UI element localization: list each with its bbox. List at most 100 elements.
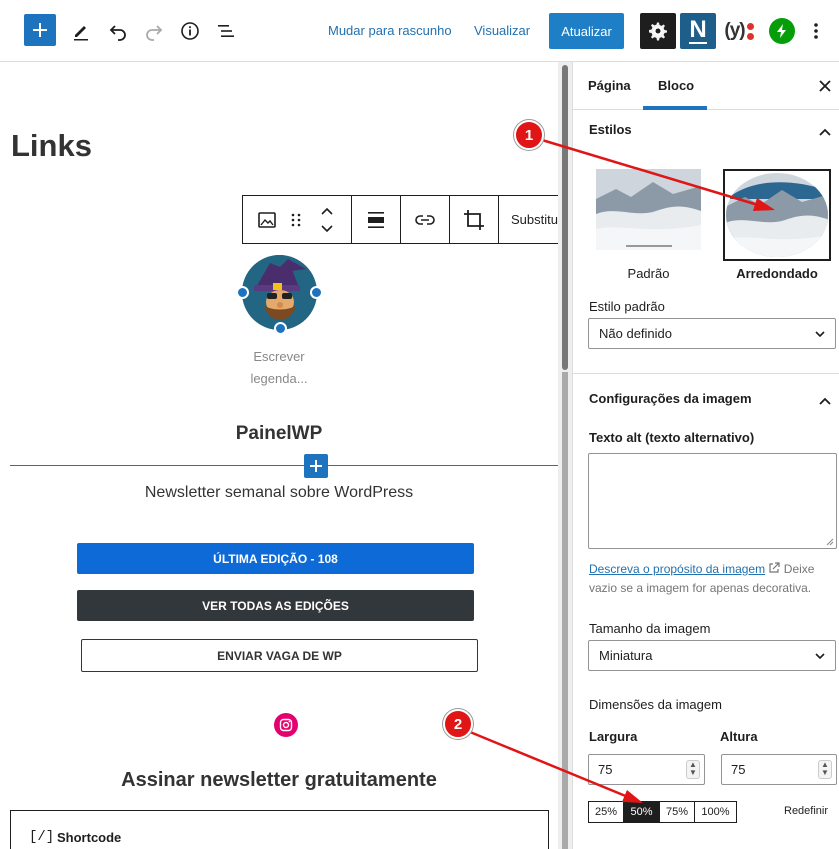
add-block-button[interactable] bbox=[24, 14, 56, 46]
chevron-up-icon bbox=[819, 128, 831, 136]
chevron-up-down-icon bbox=[321, 207, 333, 233]
redo-button[interactable] bbox=[142, 20, 166, 42]
image-block-button[interactable] bbox=[257, 210, 277, 235]
size-25-button[interactable]: 25% bbox=[588, 801, 624, 823]
page-title[interactable]: Links bbox=[11, 128, 92, 164]
reset-dimensions-button[interactable]: Redefinir bbox=[784, 805, 828, 817]
image-size-value: Miniatura bbox=[599, 648, 653, 663]
annotation-marker-1: 1 bbox=[514, 120, 544, 150]
height-input[interactable]: 75 ▲ ▼ bbox=[721, 754, 837, 785]
width-input[interactable]: 75 ▲ ▼ bbox=[588, 754, 705, 785]
newspack-plugin-button[interactable]: N bbox=[680, 13, 716, 49]
width-label: Largura bbox=[589, 729, 638, 744]
canvas-scrollbar[interactable] bbox=[558, 62, 572, 849]
tab-block[interactable]: Bloco bbox=[658, 78, 694, 93]
image-settings-title[interactable]: Configurações da imagem bbox=[589, 391, 752, 406]
alt-text-help: Descreva o propósito da imagem Deixe vaz… bbox=[589, 560, 837, 598]
resize-handle-right[interactable] bbox=[310, 286, 323, 299]
resize-handle-bottom[interactable] bbox=[274, 322, 287, 335]
crop-icon bbox=[464, 209, 484, 230]
bolt-icon bbox=[777, 24, 786, 38]
close-sidebar-button[interactable] bbox=[819, 79, 831, 97]
style-rounded-label: Arredondado bbox=[736, 266, 818, 281]
size-75-button[interactable]: 75% bbox=[659, 801, 695, 823]
shortcode-block[interactable]: [/] Shortcode bbox=[10, 810, 549, 849]
width-spinner[interactable]: ▲ ▼ bbox=[686, 760, 700, 779]
link-icon bbox=[415, 214, 435, 225]
chevron-down-icon bbox=[815, 330, 825, 337]
update-button[interactable]: Atualizar bbox=[549, 13, 624, 49]
resize-handle-left[interactable] bbox=[236, 286, 249, 299]
chevron-up-icon bbox=[819, 397, 831, 405]
caption-line-2: legenda... bbox=[250, 371, 308, 386]
newsletter-heading[interactable]: Assinar newsletter gratuitamente bbox=[0, 769, 558, 792]
details-button[interactable] bbox=[178, 20, 202, 42]
crop-button[interactable] bbox=[450, 196, 499, 243]
block-toolbar: Substitu bbox=[242, 195, 558, 244]
tab-page[interactable]: Página bbox=[588, 78, 631, 93]
n-logo-icon: N bbox=[689, 16, 707, 44]
switch-to-draft-button[interactable]: Mudar para rascunho bbox=[328, 23, 452, 38]
avatar-image[interactable] bbox=[242, 255, 317, 330]
gear-icon bbox=[649, 22, 667, 41]
size-50-button[interactable]: 50% bbox=[623, 801, 660, 823]
editor-top-toolbar: Mudar para rascunho Visualizar Atualizar… bbox=[0, 0, 839, 62]
settings-button[interactable] bbox=[640, 13, 676, 49]
canvas-scrollbar-thumb[interactable] bbox=[562, 65, 568, 370]
annotation-marker-2: 2 bbox=[443, 709, 473, 739]
image-settings-toggle[interactable] bbox=[819, 392, 831, 410]
image-caption-placeholder[interactable]: Escrever legenda... bbox=[240, 346, 318, 390]
shortcode-label: Shortcode bbox=[57, 830, 122, 845]
replace-button[interactable]: Substitu bbox=[499, 196, 558, 243]
drag-handle[interactable] bbox=[290, 211, 302, 234]
inline-insert-button[interactable] bbox=[304, 454, 328, 478]
pencil-icon bbox=[74, 26, 88, 41]
size-100-button[interactable]: 100% bbox=[694, 801, 737, 823]
resize-grip-icon bbox=[826, 538, 834, 546]
plus-icon bbox=[33, 23, 47, 37]
styles-panel-title[interactable]: Estilos bbox=[589, 122, 632, 137]
latest-edition-button[interactable]: ÚLTIMA EDIÇÃO - 108 bbox=[77, 543, 474, 574]
move-up-down-button[interactable] bbox=[320, 205, 334, 240]
image-icon bbox=[258, 212, 276, 228]
external-link-icon bbox=[769, 562, 781, 573]
info-icon bbox=[181, 22, 199, 40]
options-menu-button[interactable] bbox=[805, 20, 827, 42]
style-rounded-option[interactable] bbox=[723, 169, 831, 261]
drag-handle-icon bbox=[291, 213, 301, 227]
alt-text-textarea[interactable] bbox=[588, 453, 837, 549]
wordpress-editor: Mudar para rascunho Visualizar Atualizar… bbox=[0, 0, 839, 849]
alt-help-text-2: vazio se a imagem for apenas decorativa. bbox=[589, 581, 812, 595]
styles-panel-toggle[interactable] bbox=[819, 123, 831, 141]
edit-tools-button[interactable] bbox=[70, 20, 92, 42]
block-toolbar-group-1 bbox=[243, 196, 352, 243]
height-spinner[interactable]: ▲ ▼ bbox=[818, 760, 832, 779]
site-heading[interactable]: PainelWP bbox=[0, 423, 558, 445]
image-size-select[interactable]: Miniatura bbox=[588, 640, 836, 671]
list-view-button[interactable] bbox=[214, 20, 238, 42]
send-job-button[interactable]: ENVIAR VAGA DE WP bbox=[81, 639, 478, 672]
active-tab-indicator bbox=[643, 106, 707, 110]
site-subtitle[interactable]: Newsletter semanal sobre WordPress bbox=[0, 484, 558, 502]
image-dimensions-label: Dimensões da imagem bbox=[589, 697, 722, 712]
align-center-icon bbox=[368, 211, 384, 228]
yoast-status-dots-icon bbox=[746, 22, 754, 40]
plus-icon bbox=[310, 460, 322, 472]
default-style-select[interactable]: Não definido bbox=[588, 318, 836, 349]
list-view-icon bbox=[218, 25, 234, 37]
preview-button[interactable]: Visualizar bbox=[474, 23, 530, 38]
undo-button[interactable] bbox=[106, 20, 130, 42]
all-editions-button[interactable]: VER TODAS AS EDIÇÕES bbox=[77, 590, 474, 621]
instagram-link[interactable] bbox=[274, 713, 298, 737]
width-value: 75 bbox=[598, 762, 613, 777]
link-button[interactable] bbox=[401, 196, 450, 243]
chevron-down-icon bbox=[815, 652, 825, 659]
style-default-preview[interactable] bbox=[596, 169, 701, 250]
yoast-seo-button[interactable]: (y) bbox=[721, 17, 757, 45]
image-size-label: Tamanho da imagem bbox=[589, 621, 711, 636]
align-button[interactable] bbox=[352, 196, 401, 243]
editor-canvas: Links Substitu Escrever legenda... Paine… bbox=[0, 62, 558, 849]
describe-purpose-link[interactable]: Descreva o propósito da imagem bbox=[589, 562, 765, 576]
jetpack-button[interactable] bbox=[769, 18, 795, 44]
sidebar-tabs: Página Bloco bbox=[573, 62, 839, 110]
